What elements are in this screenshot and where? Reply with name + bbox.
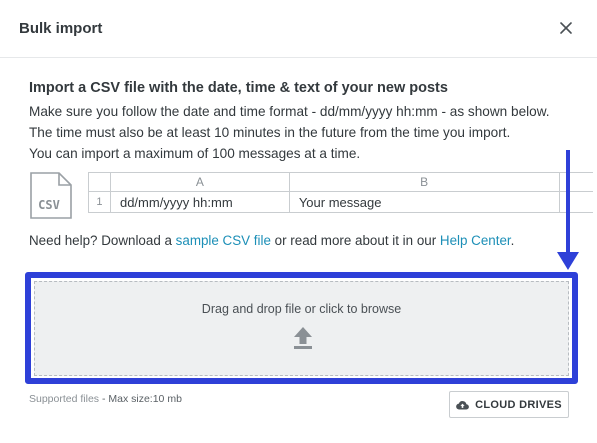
corner-cell [88, 172, 111, 192]
date-format-cell: dd/mm/yyyy hh:mm [109, 191, 290, 213]
cloud-drives-label: CLOUD DRIVES [475, 398, 562, 411]
help-middle: or read more about it in our [270, 233, 440, 248]
help-center-link[interactable]: Help Center [440, 233, 511, 248]
csv-header-row: A B [88, 172, 593, 192]
upload-icon [294, 327, 312, 349]
csv-file-icon: CSV [30, 172, 72, 219]
close-icon [560, 22, 572, 34]
modal-header: Bulk import [0, 0, 597, 58]
csv-data-row: 1 dd/mm/yyyy hh:mm Your message [88, 191, 593, 213]
csv-icon-label: CSV [38, 198, 60, 212]
modal-title: Bulk import [19, 20, 103, 37]
instruction-line: The time must also be at least 10 minute… [29, 125, 511, 140]
annotation-arrow-line [566, 150, 570, 256]
row-number: 1 [88, 191, 111, 213]
csv-example: CSV A B 1 dd/mm/yyyy hh:mm Your message [28, 172, 593, 222]
file-dropzone[interactable]: Drag and drop file or click to browse [34, 281, 569, 376]
dropzone-label: Drag and drop file or click to browse [201, 302, 402, 316]
column-header-a: A [109, 172, 290, 192]
close-button[interactable] [555, 17, 577, 39]
help-suffix: . [510, 233, 515, 248]
empty-cell [558, 191, 593, 213]
sample-csv-link[interactable]: sample CSV file [176, 233, 271, 248]
supported-files-link[interactable]: Supported files [29, 393, 99, 405]
instruction-line: Make sure you follow the date and time f… [29, 104, 550, 119]
instructions-text: Make sure you follow the date and time f… [29, 101, 579, 164]
cloud-drives-button[interactable]: CLOUD DRIVES [449, 391, 569, 418]
message-cell: Your message [288, 191, 560, 213]
column-header-empty [558, 172, 593, 192]
instructions: Import a CSV file with the date, time & … [29, 78, 579, 164]
instruction-line: You can import a maximum of 100 messages… [29, 146, 361, 161]
max-size-text: - Max size:10 mb [99, 393, 182, 405]
column-header-b: B [288, 172, 560, 192]
cloud-upload-icon [456, 400, 470, 410]
help-text: Need help? Download a sample CSV file or… [29, 233, 514, 248]
help-prefix: Need help? Download a [29, 233, 176, 248]
annotation-arrow-head [557, 252, 579, 270]
supported-files-info: Supported files - Max size:10 mb [29, 393, 182, 405]
csv-example-table: A B 1 dd/mm/yyyy hh:mm Your message [88, 172, 593, 213]
instructions-heading: Import a CSV file with the date, time & … [29, 80, 448, 96]
